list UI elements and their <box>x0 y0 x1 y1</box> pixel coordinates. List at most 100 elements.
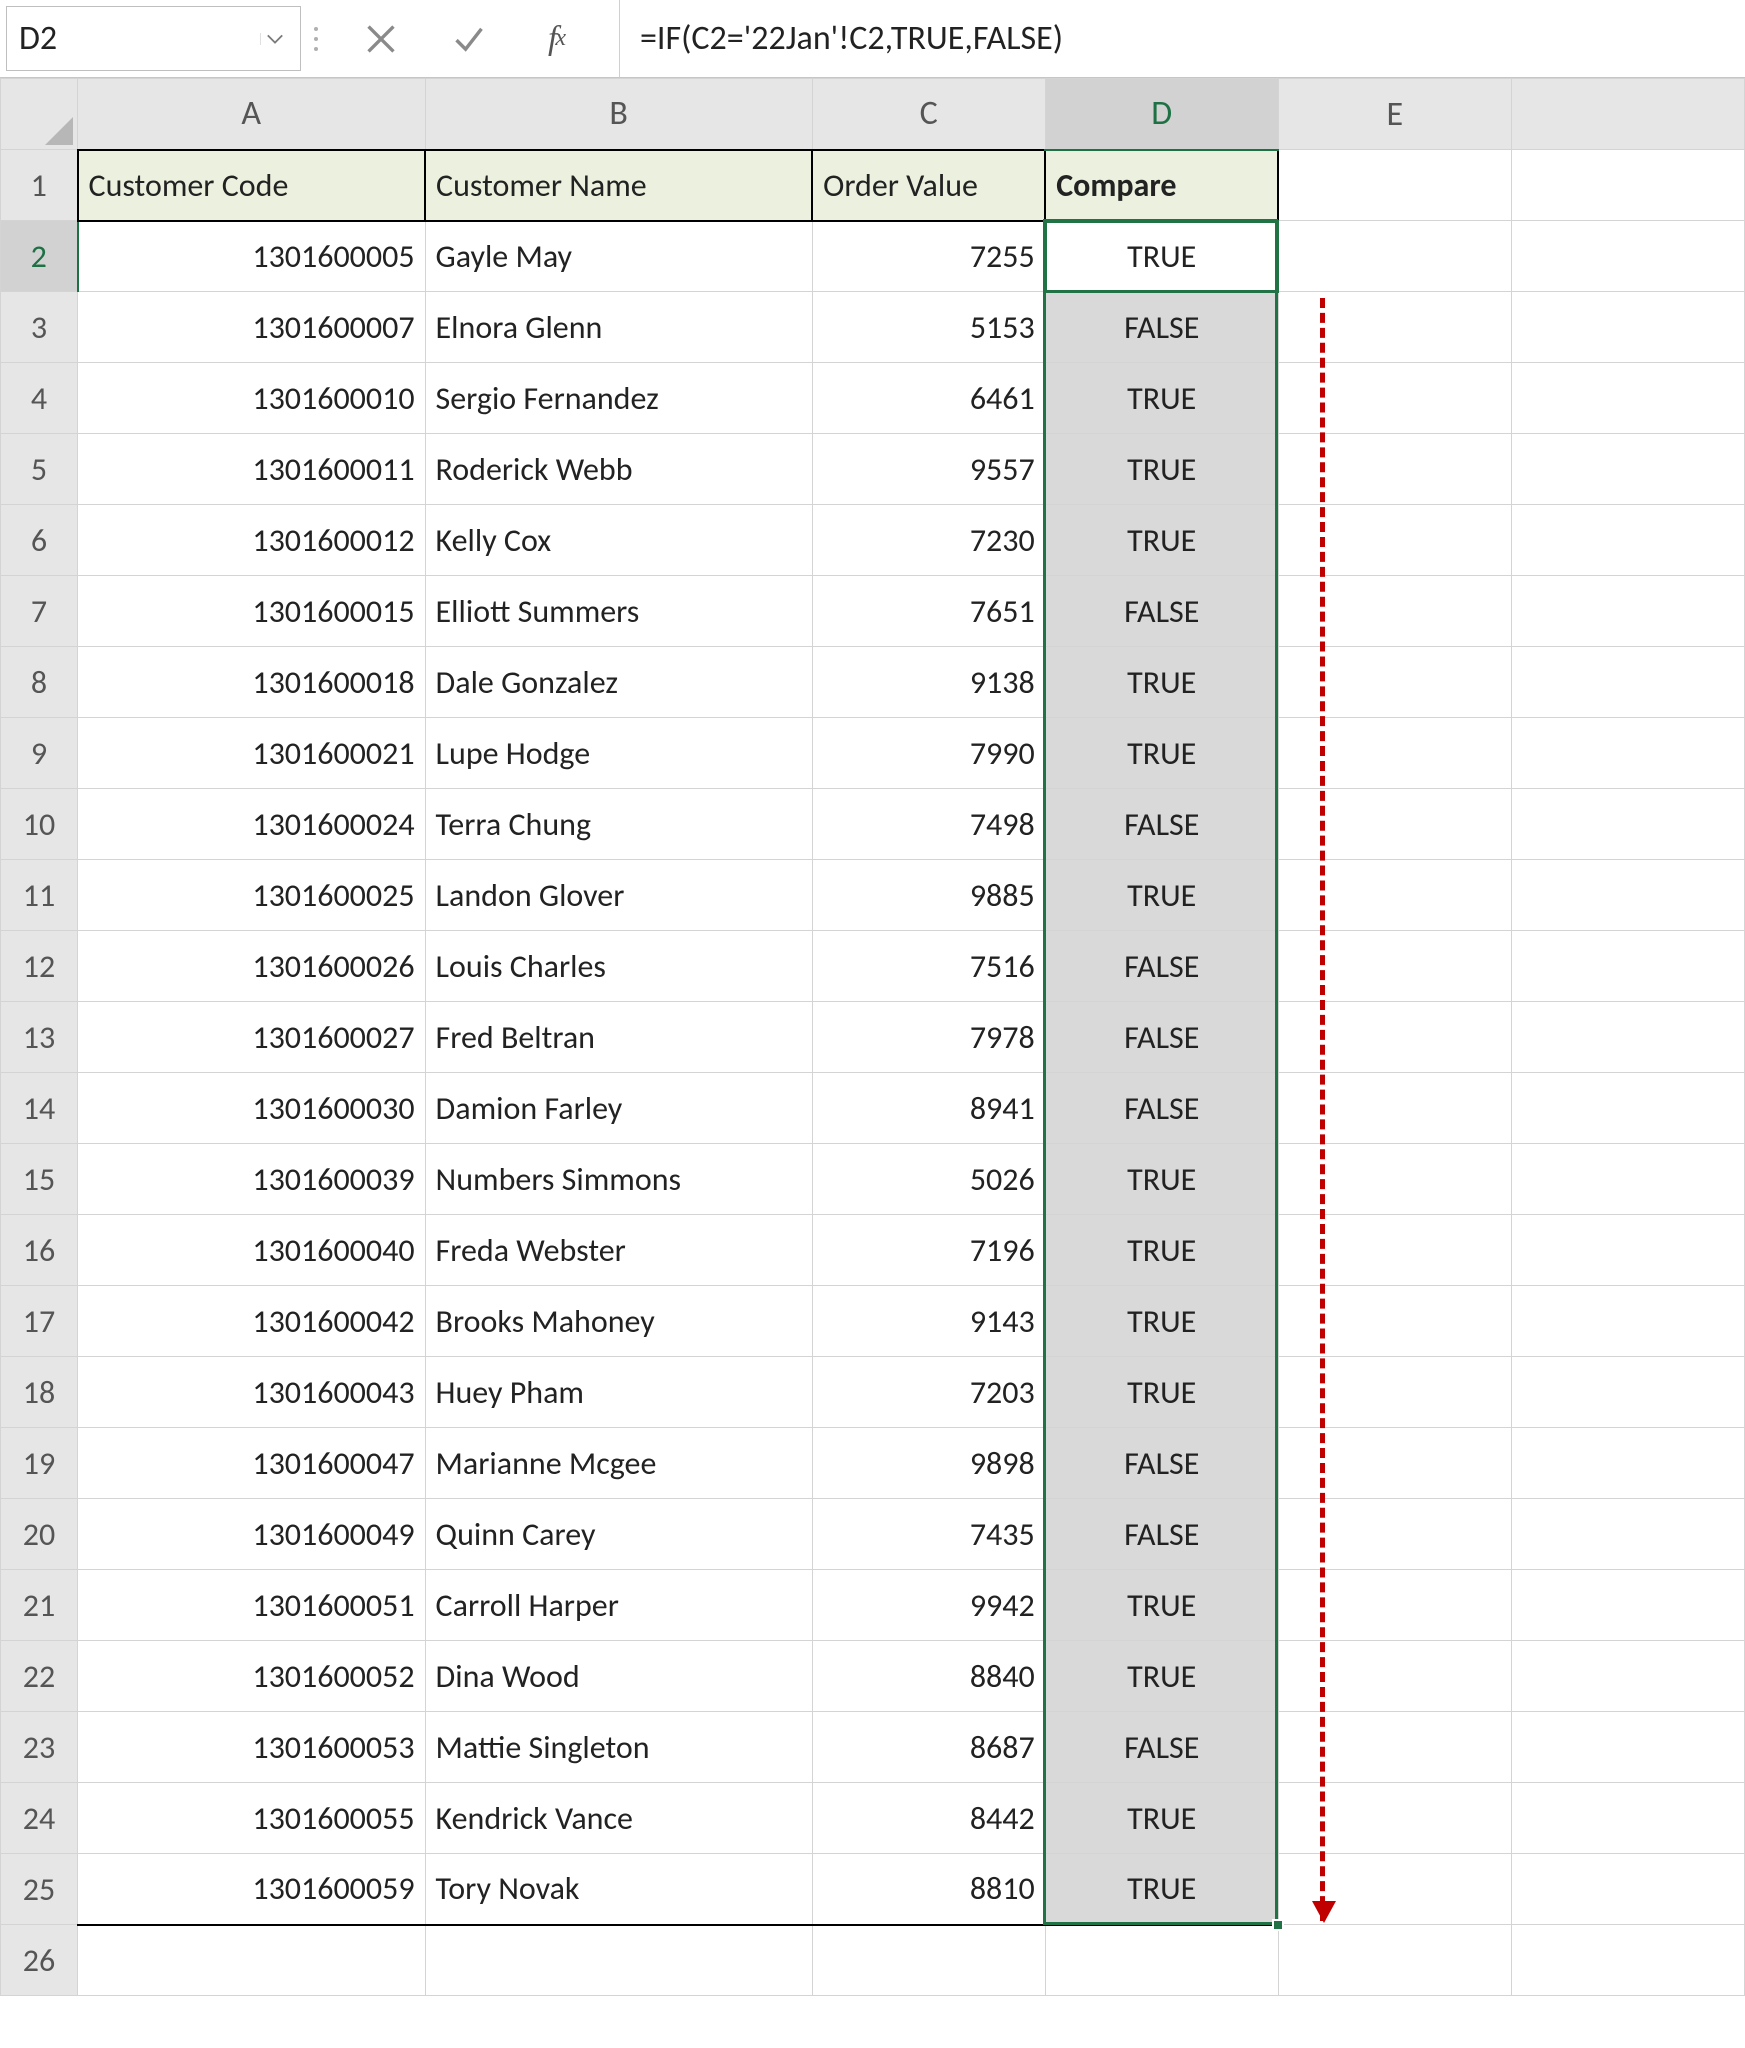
row-header-8[interactable]: 8 <box>1 647 78 718</box>
cell-blank[interactable] <box>1511 505 1744 576</box>
cell-C1[interactable]: Order Value <box>812 150 1045 221</box>
cell-blank[interactable] <box>1278 1357 1511 1428</box>
row-header-10[interactable]: 10 <box>1 789 78 860</box>
cell-blank[interactable] <box>1511 1783 1744 1854</box>
cell-blank[interactable] <box>1278 1712 1511 1783</box>
cell-D16[interactable]: TRUE <box>1045 1215 1278 1286</box>
cell-A7[interactable]: 1301600015 <box>78 576 426 647</box>
cell-D14[interactable]: FALSE <box>1045 1073 1278 1144</box>
cell-C5[interactable]: 9557 <box>812 434 1045 505</box>
cell-blank[interactable] <box>1278 505 1511 576</box>
col-header-C[interactable]: C <box>812 79 1045 150</box>
cell-C7[interactable]: 7651 <box>812 576 1045 647</box>
cell-C13[interactable]: 7978 <box>812 1002 1045 1073</box>
cell-blank[interactable] <box>1511 718 1744 789</box>
cell-B8[interactable]: Dale Gonzalez <box>425 647 812 718</box>
cell-blank[interactable] <box>812 1925 1045 1996</box>
cell-B9[interactable]: Lupe Hodge <box>425 718 812 789</box>
cell-blank[interactable] <box>1278 647 1511 718</box>
cell-C6[interactable]: 7230 <box>812 505 1045 576</box>
cell-C22[interactable]: 8840 <box>812 1641 1045 1712</box>
cell-A24[interactable]: 1301600055 <box>78 1783 426 1854</box>
cell-B12[interactable]: Louis Charles <box>425 931 812 1002</box>
cell-A10[interactable]: 1301600024 <box>78 789 426 860</box>
row-header-14[interactable]: 14 <box>1 1073 78 1144</box>
row-header-16[interactable]: 16 <box>1 1215 78 1286</box>
cell-A2[interactable]: 1301600005 <box>78 221 426 292</box>
row-header-9[interactable]: 9 <box>1 718 78 789</box>
cell-D8[interactable]: TRUE <box>1045 647 1278 718</box>
select-all-corner[interactable] <box>1 79 78 150</box>
cell-blank[interactable] <box>1511 1215 1744 1286</box>
row-header-4[interactable]: 4 <box>1 363 78 434</box>
cell-blank[interactable] <box>1278 1428 1511 1499</box>
cell-D4[interactable]: TRUE <box>1045 363 1278 434</box>
cell-B10[interactable]: Terra Chung <box>425 789 812 860</box>
cell-D1[interactable]: Compare <box>1045 150 1278 221</box>
cell-A25[interactable]: 1301600059 <box>78 1854 426 1925</box>
cell-blank[interactable] <box>1278 1073 1511 1144</box>
cell-C15[interactable]: 5026 <box>812 1144 1045 1215</box>
cell-C16[interactable]: 7196 <box>812 1215 1045 1286</box>
cell-blank[interactable] <box>1278 292 1511 363</box>
row-header-21[interactable]: 21 <box>1 1570 78 1641</box>
cell-B25[interactable]: Tory Novak <box>425 1854 812 1925</box>
cell-A12[interactable]: 1301600026 <box>78 931 426 1002</box>
cell-C11[interactable]: 9885 <box>812 860 1045 931</box>
cell-D6[interactable]: TRUE <box>1045 505 1278 576</box>
cell-B18[interactable]: Huey Pham <box>425 1357 812 1428</box>
cell-C8[interactable]: 9138 <box>812 647 1045 718</box>
cell-A20[interactable]: 1301600049 <box>78 1499 426 1570</box>
cell-D11[interactable]: TRUE <box>1045 860 1278 931</box>
row-header-5[interactable]: 5 <box>1 434 78 505</box>
row-header-11[interactable]: 11 <box>1 860 78 931</box>
cell-blank[interactable] <box>1511 434 1744 505</box>
row-header-13[interactable]: 13 <box>1 1002 78 1073</box>
cell-blank[interactable] <box>1511 1357 1744 1428</box>
cell-D12[interactable]: FALSE <box>1045 931 1278 1002</box>
worksheet-grid[interactable]: A B C D E 1Customer CodeCustomer NameOrd… <box>0 78 1745 1996</box>
cell-A22[interactable]: 1301600052 <box>78 1641 426 1712</box>
cell-C21[interactable]: 9942 <box>812 1570 1045 1641</box>
cell-D20[interactable]: FALSE <box>1045 1499 1278 1570</box>
cell-blank[interactable] <box>1278 718 1511 789</box>
cell-blank[interactable] <box>1511 647 1744 718</box>
row-header-17[interactable]: 17 <box>1 1286 78 1357</box>
col-header-E[interactable]: E <box>1278 79 1511 150</box>
cell-A5[interactable]: 1301600011 <box>78 434 426 505</box>
cell-A21[interactable]: 1301600051 <box>78 1570 426 1641</box>
cell-blank[interactable] <box>1278 1286 1511 1357</box>
cell-B2[interactable]: Gayle May <box>425 221 812 292</box>
cell-C24[interactable]: 8442 <box>812 1783 1045 1854</box>
cell-C17[interactable]: 9143 <box>812 1286 1045 1357</box>
cell-blank[interactable] <box>1511 1073 1744 1144</box>
row-header-7[interactable]: 7 <box>1 576 78 647</box>
cell-A8[interactable]: 1301600018 <box>78 647 426 718</box>
cell-blank[interactable] <box>1511 1499 1744 1570</box>
cell-B1[interactable]: Customer Name <box>425 150 812 221</box>
cell-B6[interactable]: Kelly Cox <box>425 505 812 576</box>
cell-B5[interactable]: Roderick Webb <box>425 434 812 505</box>
cell-D17[interactable]: TRUE <box>1045 1286 1278 1357</box>
cell-B15[interactable]: Numbers Simmons <box>425 1144 812 1215</box>
col-header-B[interactable]: B <box>425 79 812 150</box>
row-header-15[interactable]: 15 <box>1 1144 78 1215</box>
cell-blank[interactable] <box>1278 1570 1511 1641</box>
cell-A1[interactable]: Customer Code <box>78 150 426 221</box>
cell-blank[interactable] <box>1511 1286 1744 1357</box>
cell-C3[interactable]: 5153 <box>812 292 1045 363</box>
cell-A16[interactable]: 1301600040 <box>78 1215 426 1286</box>
cell-C2[interactable]: 7255 <box>812 221 1045 292</box>
cell-D5[interactable]: TRUE <box>1045 434 1278 505</box>
cell-blank[interactable] <box>1278 1002 1511 1073</box>
cell-D15[interactable]: TRUE <box>1045 1144 1278 1215</box>
cell-blank[interactable] <box>1511 292 1744 363</box>
cell-blank[interactable] <box>1278 434 1511 505</box>
cell-A19[interactable]: 1301600047 <box>78 1428 426 1499</box>
cell-A17[interactable]: 1301600042 <box>78 1286 426 1357</box>
cell-D2[interactable]: TRUE <box>1045 221 1278 292</box>
cell-B21[interactable]: Carroll Harper <box>425 1570 812 1641</box>
cell-blank[interactable] <box>1511 221 1744 292</box>
cell-A4[interactable]: 1301600010 <box>78 363 426 434</box>
cell-A11[interactable]: 1301600025 <box>78 860 426 931</box>
